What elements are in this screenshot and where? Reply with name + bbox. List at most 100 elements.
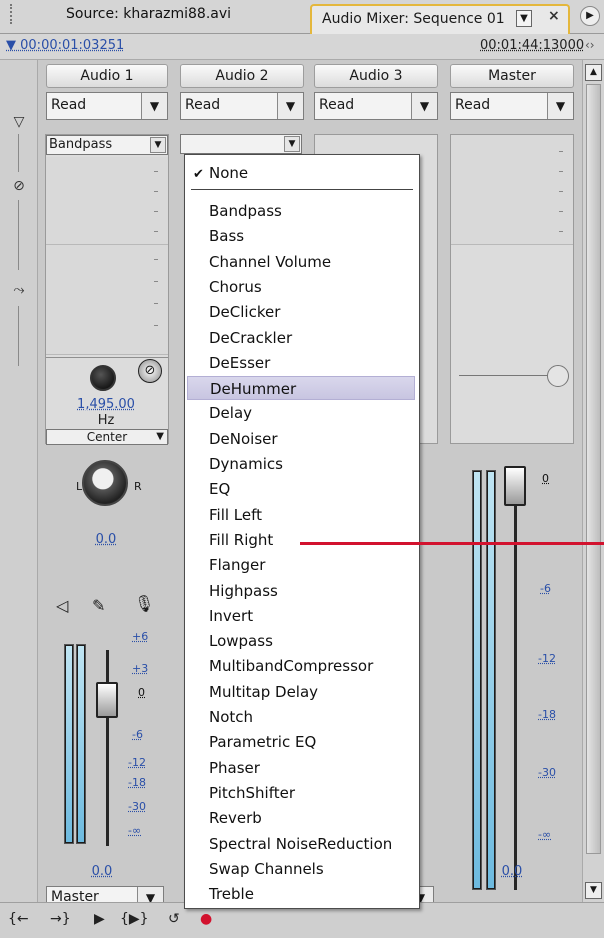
menu-item-flanger[interactable]: Flanger [209,553,415,577]
menu-item-eq[interactable]: EQ [209,477,415,501]
tab-source-monitor[interactable]: Source: kharazmi88.avi [0,0,300,34]
strip-divider [18,200,19,270]
automation-select-audio-1[interactable]: Read ▼ [46,92,168,120]
effect-slot[interactable] [46,157,168,245]
channel-name-audio-3: Audio 3 [314,64,438,88]
effect-param-value[interactable]: 1,495.00 [66,397,146,412]
menu-item-highpass[interactable]: Highpass [209,579,415,603]
chevron-down-icon[interactable]: ▼ [141,93,167,119]
automation-select-audio-2[interactable]: Read ▼ [180,92,304,120]
speaker-icon[interactable]: ◁ [56,596,68,615]
pan-knob[interactable] [82,460,128,506]
microphone-icon[interactable]: 🎙 [134,594,154,613]
channel-name-master: Master [450,64,574,88]
effect-bypass-icon[interactable]: ⊘ [10,178,28,196]
menu-item-pitchshifter[interactable]: PitchShifter [209,781,415,805]
chevron-down-icon[interactable]: ▼ [156,430,164,444]
menu-item-parametric-eq[interactable]: Parametric EQ [209,730,415,754]
menu-item-notch[interactable]: Notch [209,705,415,729]
send-slider-knob[interactable] [547,365,569,387]
effect-select-audio-1[interactable]: Bandpass ▼ [46,135,168,155]
menu-item-denoiser[interactable]: DeNoiser [209,427,415,451]
duration-timecode: 00:01:44:13000 [480,38,585,53]
scrollbar-thumb[interactable] [586,84,601,854]
scroll-down-icon[interactable]: ▼ [585,882,602,899]
menu-item-deesser[interactable]: DeEsser [209,351,415,375]
effects-area-audio-1: Bandpass ▼ ⊘ 1,495.00 Hz Center ▼ [45,134,169,445]
close-icon[interactable]: × [548,8,560,24]
menu-item-none[interactable]: None [209,161,415,185]
go-to-in-icon[interactable]: {← [8,911,29,927]
effect-param-select-value: Center [86,430,128,444]
menu-item-reverb[interactable]: Reverb [209,806,415,830]
effect-param-knob[interactable] [90,365,116,391]
menu-item-multibandcompressor[interactable]: MultibandCompressor [209,654,415,678]
menu-item-invert[interactable]: Invert [209,604,415,628]
effect-param-select[interactable]: Center ▼ [46,429,168,445]
send-slot[interactable] [46,245,168,355]
tab-audio-mixer[interactable]: Audio Mixer: Sequence 01 ▼ [310,4,570,34]
chevron-down-icon[interactable]: ▼ [411,93,437,119]
menu-item-dynamics[interactable]: Dynamics [209,452,415,476]
expand-arrows-icon[interactable]: ‹› [585,38,595,52]
collapse-triangle-icon[interactable]: ▽ [10,114,28,132]
scale-label: 0 [542,472,549,485]
effect-slot[interactable] [451,135,573,245]
solo-icon[interactable]: ✎ [92,596,105,615]
effects-area-master [450,134,574,444]
menu-item-lowpass[interactable]: Lowpass [209,629,415,653]
menu-item-decrackler[interactable]: DeCrackler [209,326,415,350]
menu-item-multitap-delay[interactable]: Multitap Delay [209,680,415,704]
strip-divider [18,134,19,172]
panel-menu-icon[interactable]: ▶ [580,6,600,26]
automation-value: Read [51,97,87,113]
volume-value[interactable]: 0.0 [72,864,132,879]
effect-select-audio-2[interactable]: ▼ [180,134,302,154]
record-icon[interactable]: ● [200,911,212,927]
effect-bypass-icon[interactable]: ⊘ [138,359,162,383]
strip-divider [18,306,19,366]
panel-grip-icon[interactable] [10,4,14,24]
menu-item-declicker[interactable]: DeClicker [209,300,415,324]
master-volume-value[interactable]: 0.0 [482,864,542,879]
menu-item-dehummer[interactable]: DeHummer [187,376,415,401]
tab-menu-down-icon[interactable]: ▼ [516,10,532,27]
current-timecode[interactable]: ▼ 00:00:01:03251 [6,38,124,53]
chevron-down-icon[interactable]: ▼ [277,93,303,119]
channel-master: Master Read ▼ 0 -6 -12 -18 -30 -∞ 0.0 [446,60,580,902]
menu-item-fill-right[interactable]: Fill Right [209,528,415,552]
chevron-down-icon[interactable]: ▼ [150,137,166,153]
play-in-out-icon[interactable]: {▶} [120,911,149,927]
play-icon[interactable]: ▶ [94,911,105,927]
menu-item-bandpass[interactable]: Bandpass [209,199,415,223]
pan-value[interactable]: 0.0 [76,532,136,547]
fader-track [106,650,109,846]
volume-fader[interactable] [96,682,118,718]
current-timecode-value[interactable]: 00:00:01:03251 [20,38,124,53]
menu-item-bass[interactable]: Bass [209,224,415,248]
vertical-scrollbar[interactable]: ▲ ▼ [582,60,604,902]
effect-select-value: Bandpass [49,137,113,152]
menu-item-channel-volume[interactable]: Channel Volume [209,250,415,274]
loop-icon[interactable]: ↺ [168,911,180,927]
master-volume-fader[interactable] [504,466,526,506]
scroll-up-icon[interactable]: ▲ [585,64,602,81]
menu-item-spectral-noisereduction[interactable]: Spectral NoiseReduction [209,832,415,856]
menu-item-phaser[interactable]: Phaser [209,756,415,780]
left-tool-strip: ▽ ⊘ ⤳ [0,60,38,902]
menu-item-swap-channels[interactable]: Swap Channels [209,857,415,881]
chevron-down-icon[interactable]: ▼ [284,136,300,152]
menu-item-treble[interactable]: Treble [209,882,415,906]
chevron-down-icon[interactable]: ▼ [547,93,573,119]
menu-item-chorus[interactable]: Chorus [209,275,415,299]
scale-label: -30 [538,766,556,779]
menu-item-fill-left[interactable]: Fill Left [209,503,415,527]
automation-select-master[interactable]: Read ▼ [450,92,574,120]
send-icon[interactable]: ⤳ [10,282,28,300]
meter-left [64,644,74,844]
menu-item-delay[interactable]: Delay [209,401,415,425]
go-to-out-icon[interactable]: →} [50,911,71,927]
checkmark-icon: ✔ [193,167,204,182]
scale-label: 0 [138,686,145,699]
automation-select-audio-3[interactable]: Read ▼ [314,92,438,120]
